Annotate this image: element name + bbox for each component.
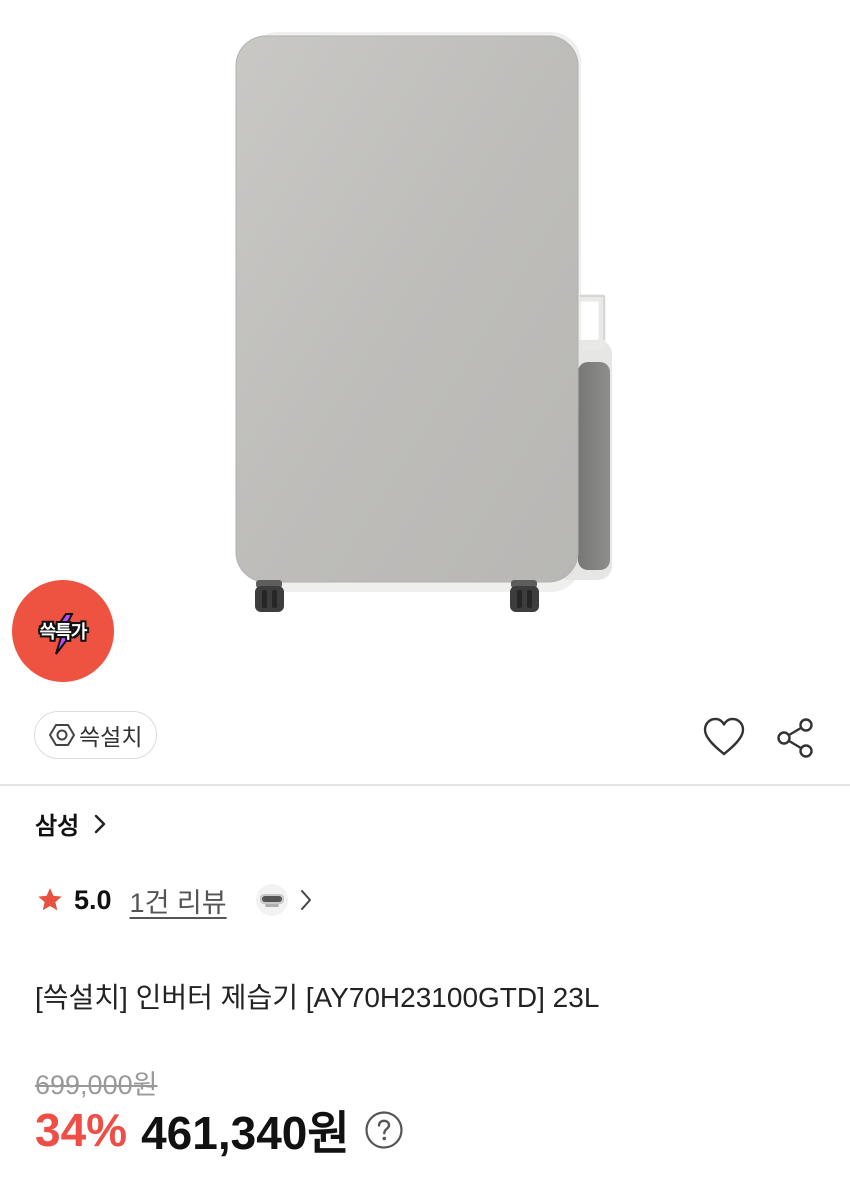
install-chip[interactable]: 쓱설치 [34, 711, 158, 759]
share-button[interactable] [774, 716, 816, 765]
wishlist-button[interactable] [701, 716, 747, 763]
original-price: 699,000원 [35, 1070, 158, 1100]
section-divider [0, 784, 850, 786]
share-icon [777, 718, 813, 758]
chevron-right-icon [94, 814, 106, 833]
chevron-right-icon[interactable] [299, 887, 313, 913]
brand-link[interactable]: 삼성 [35, 806, 107, 841]
product-title: [쓱설치] 인버터 제습기 [AY70H23100GTD] 23L [35, 982, 600, 1013]
discount-rate: 34% [35, 1104, 128, 1156]
promo-badge[interactable]: 쓱특가 [12, 580, 114, 682]
price-row: 34% 461,340원 [35, 1100, 404, 1160]
heart-icon [703, 717, 745, 756]
promo-badge-text: 쓱특가 [39, 622, 88, 642]
rating-row: 5.0 1건 리뷰 [36, 880, 313, 920]
star-icon [38, 888, 62, 911]
gear-hexagon-icon [49, 724, 75, 746]
brand-name: 삼성 [35, 813, 80, 840]
review-count-link[interactable]: 1건 리뷰 [130, 881, 227, 920]
sale-price: 461,340원 [141, 1107, 350, 1159]
product-image[interactable] [0, 0, 850, 705]
dehumidifier-image [235, 32, 612, 612]
rating-score: 5.0 [74, 884, 112, 915]
install-chip-label: 쓱설치 [79, 724, 143, 750]
question-circle-icon[interactable] [364, 1110, 404, 1150]
product-thumbnail-icon[interactable] [255, 883, 289, 917]
